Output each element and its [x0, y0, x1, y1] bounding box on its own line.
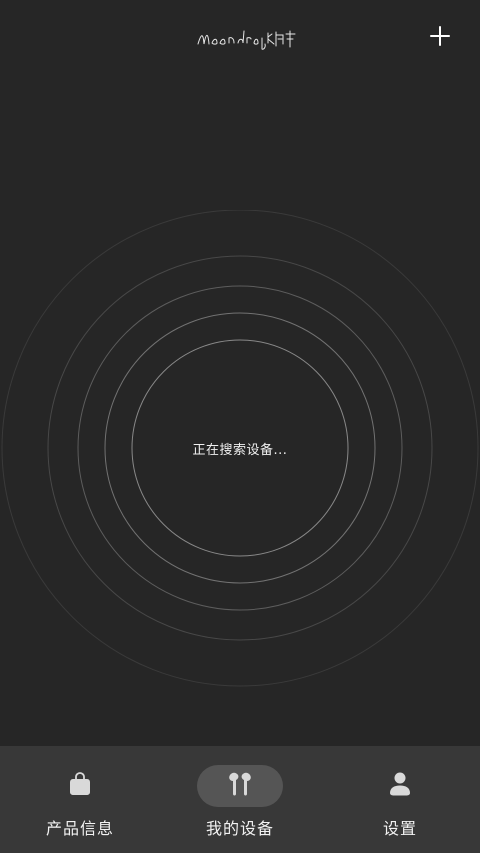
header-bar — [0, 0, 480, 80]
tab-my-devices-label: 我的设备 — [205, 819, 274, 838]
earbuds-icon — [226, 771, 254, 801]
person-icon — [389, 772, 411, 800]
plus-icon — [430, 26, 450, 50]
add-device-button[interactable] — [426, 24, 454, 52]
shopping-bag-icon — [69, 772, 91, 800]
tab-icon-container — [357, 765, 443, 807]
app-screen: 正在搜索设备... 产品信息 我的设备 设置 — [0, 0, 480, 853]
brand-logo — [196, 26, 296, 50]
tab-settings-label: 设置 — [382, 819, 417, 838]
tab-icon-container — [37, 765, 123, 807]
tab-product-info[interactable]: 产品信息 — [0, 746, 160, 853]
bottom-tab-bar: 产品信息 我的设备 设置 — [0, 746, 480, 853]
active-tab-pill — [197, 765, 283, 807]
tab-my-devices[interactable]: 我的设备 — [160, 746, 320, 853]
search-status-text: 正在搜索设备... — [192, 443, 288, 458]
tab-settings[interactable]: 设置 — [320, 746, 480, 853]
tab-product-info-label: 产品信息 — [45, 819, 114, 838]
